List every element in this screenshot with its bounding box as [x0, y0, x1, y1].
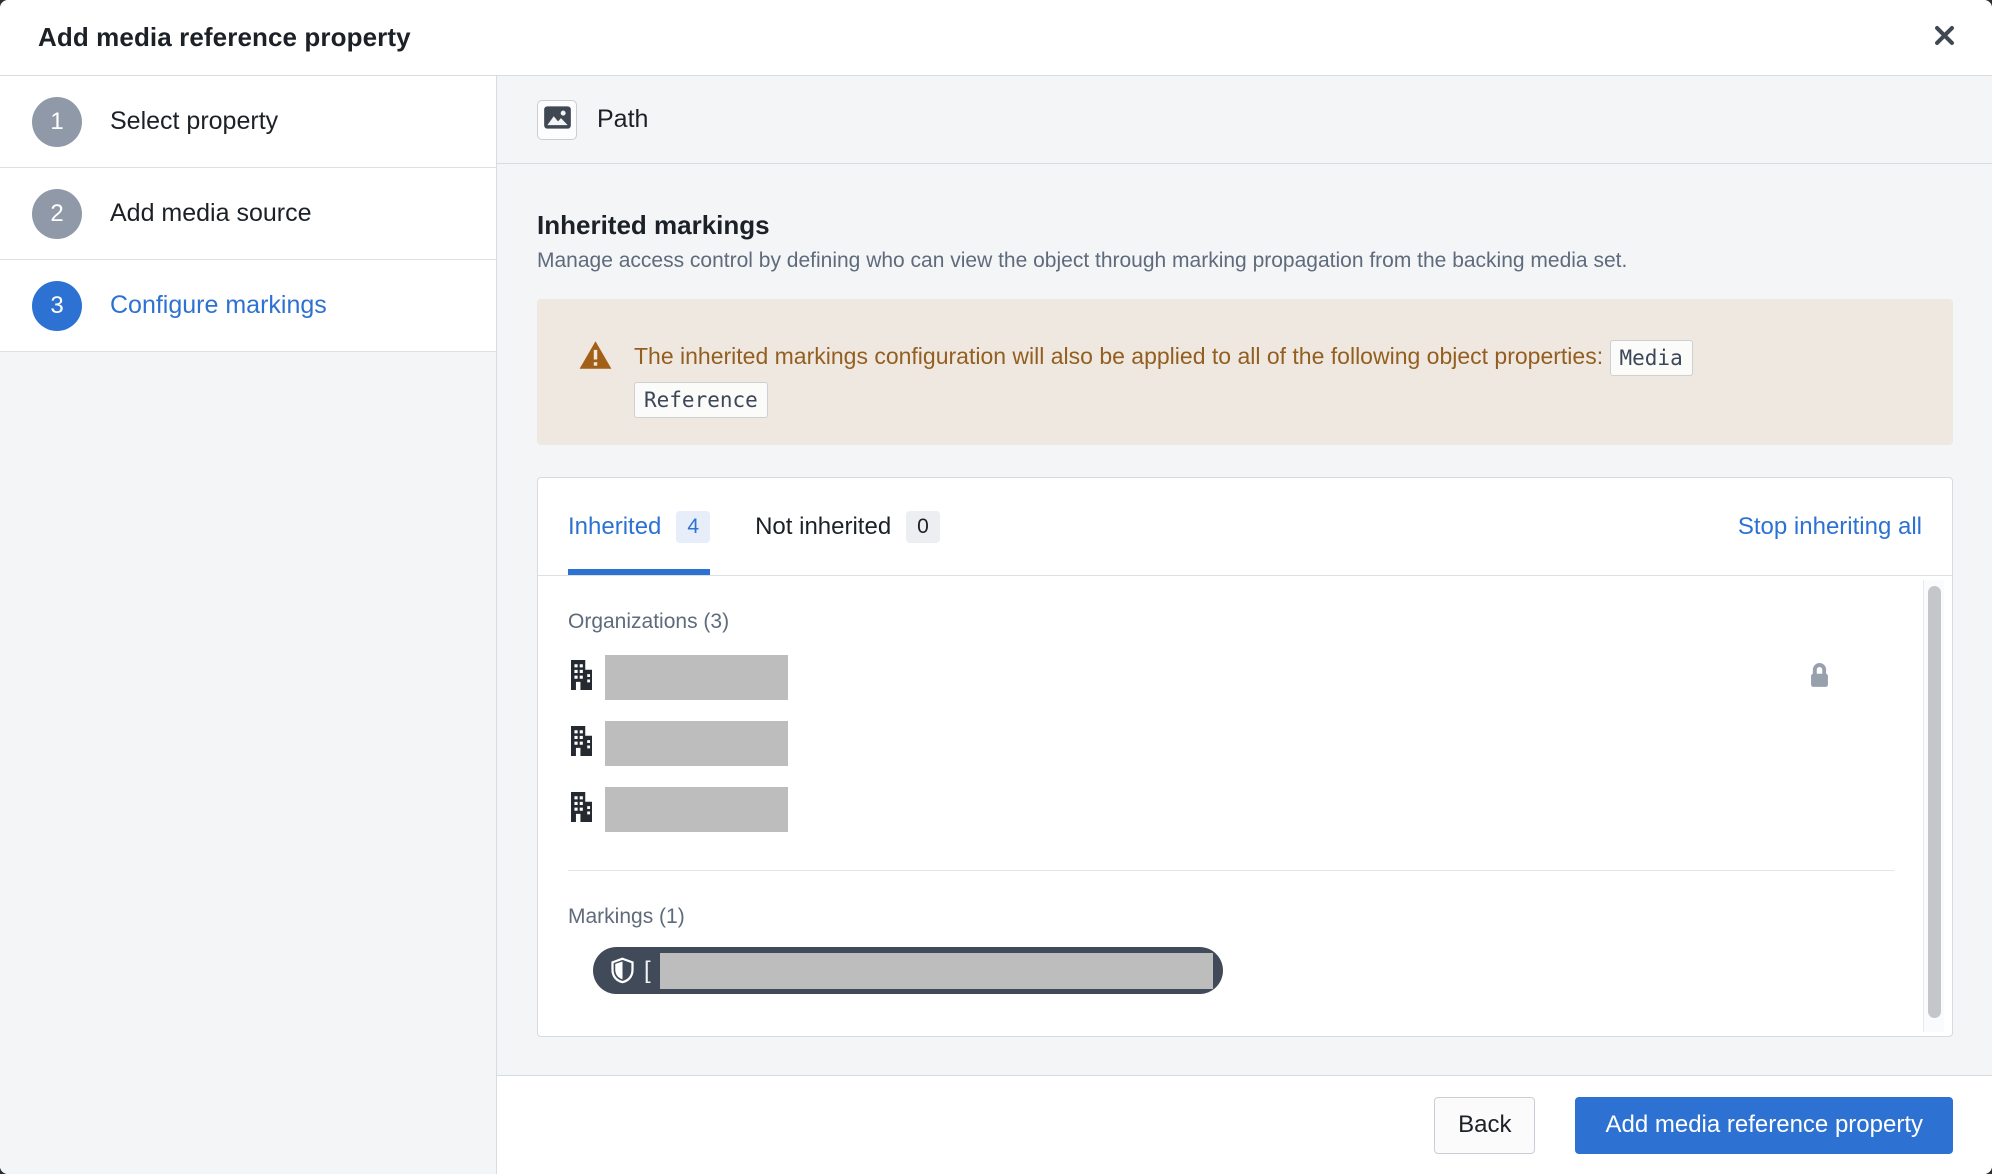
- tab-inherited-label: Inherited: [568, 513, 661, 541]
- dialog-header: Add media reference property: [0, 0, 1992, 76]
- step-add-media-source[interactable]: 2 Add media source: [0, 168, 496, 260]
- add-media-reference-property-button[interactable]: Add media reference property: [1575, 1097, 1953, 1154]
- redacted-organization-name: [605, 787, 788, 832]
- dialog-title: Add media reference property: [38, 22, 411, 53]
- property-chip-reference: Reference: [634, 382, 768, 418]
- step-2-label: Add media source: [110, 199, 312, 228]
- scrollbar-thumb[interactable]: [1928, 586, 1941, 1018]
- organization-row: [568, 787, 1952, 832]
- building-icon: [568, 726, 595, 761]
- organizations-group-label: Organizations (3): [568, 610, 1952, 634]
- warning-message: The inherited markings configuration wil…: [634, 335, 1693, 419]
- inherited-list: Organizations (3): [538, 576, 1952, 1036]
- redacted-organization-name: [605, 721, 788, 766]
- sidebar-filler: [0, 352, 496, 1174]
- main-panel: Path Inherited markings Manage access co…: [497, 76, 1992, 1174]
- close-button[interactable]: [1924, 18, 1964, 58]
- step-2-circle: 2: [32, 189, 82, 239]
- step-select-property[interactable]: 1 Select property: [0, 76, 496, 168]
- markings-group-label: Markings (1): [568, 905, 1952, 929]
- image-icon: [543, 105, 572, 135]
- warning-triangle-icon: [579, 340, 612, 419]
- tab-inherited-count-badge: 4: [676, 511, 710, 543]
- step-1-circle: 1: [32, 97, 82, 147]
- marking-bracket: [: [644, 957, 651, 985]
- property-chip-media: Media: [1610, 340, 1693, 376]
- tab-inherited[interactable]: Inherited 4: [568, 478, 710, 575]
- steps-sidebar: 1 Select property 2 Add media source 3 C…: [0, 76, 497, 1174]
- warning-callout: The inherited markings configuration wil…: [537, 299, 1953, 445]
- list-scrollbar[interactable]: [1923, 580, 1944, 1032]
- redacted-marking-name: [660, 953, 1213, 989]
- stop-inheriting-all-link[interactable]: Stop inheriting all: [1738, 513, 1922, 541]
- selected-property-name: Path: [597, 105, 648, 134]
- dialog-footer: Back Add media reference property: [497, 1075, 1992, 1174]
- shield-icon: [610, 957, 635, 985]
- building-icon: [568, 792, 595, 827]
- tab-not-inherited[interactable]: Not inherited 0: [755, 478, 940, 575]
- organization-row: [568, 721, 1952, 766]
- organization-row: [568, 655, 1952, 700]
- media-property-icon-box: [537, 100, 577, 140]
- markings-card: Inherited 4 Not inherited 0 Stop inherit…: [537, 477, 1953, 1037]
- inherited-markings-description: Manage access control by defining who ca…: [537, 249, 1953, 273]
- redacted-organization-name: [605, 655, 788, 700]
- selected-property-row: Path: [497, 76, 1992, 164]
- tab-not-inherited-count-badge: 0: [906, 511, 940, 543]
- step-3-label: Configure markings: [110, 291, 327, 320]
- marking-pill: [: [593, 947, 1223, 994]
- building-icon: [568, 660, 595, 695]
- add-media-reference-dialog: Add media reference property 1 Select pr…: [0, 0, 1992, 1174]
- close-icon: [1931, 22, 1958, 54]
- lock-icon: [1807, 660, 1832, 695]
- tab-not-inherited-label: Not inherited: [755, 513, 891, 541]
- step-configure-markings[interactable]: 3 Configure markings: [0, 260, 496, 352]
- warning-text: The inherited markings configuration wil…: [634, 343, 1603, 369]
- markings-content: Inherited markings Manage access control…: [497, 164, 1992, 1075]
- inherited-markings-heading: Inherited markings: [537, 210, 1953, 241]
- step-1-label: Select property: [110, 107, 278, 136]
- step-3-circle: 3: [32, 281, 82, 331]
- markings-tabs: Inherited 4 Not inherited 0 Stop inherit…: [538, 478, 1952, 576]
- list-divider: [568, 870, 1894, 871]
- back-button[interactable]: Back: [1434, 1097, 1535, 1154]
